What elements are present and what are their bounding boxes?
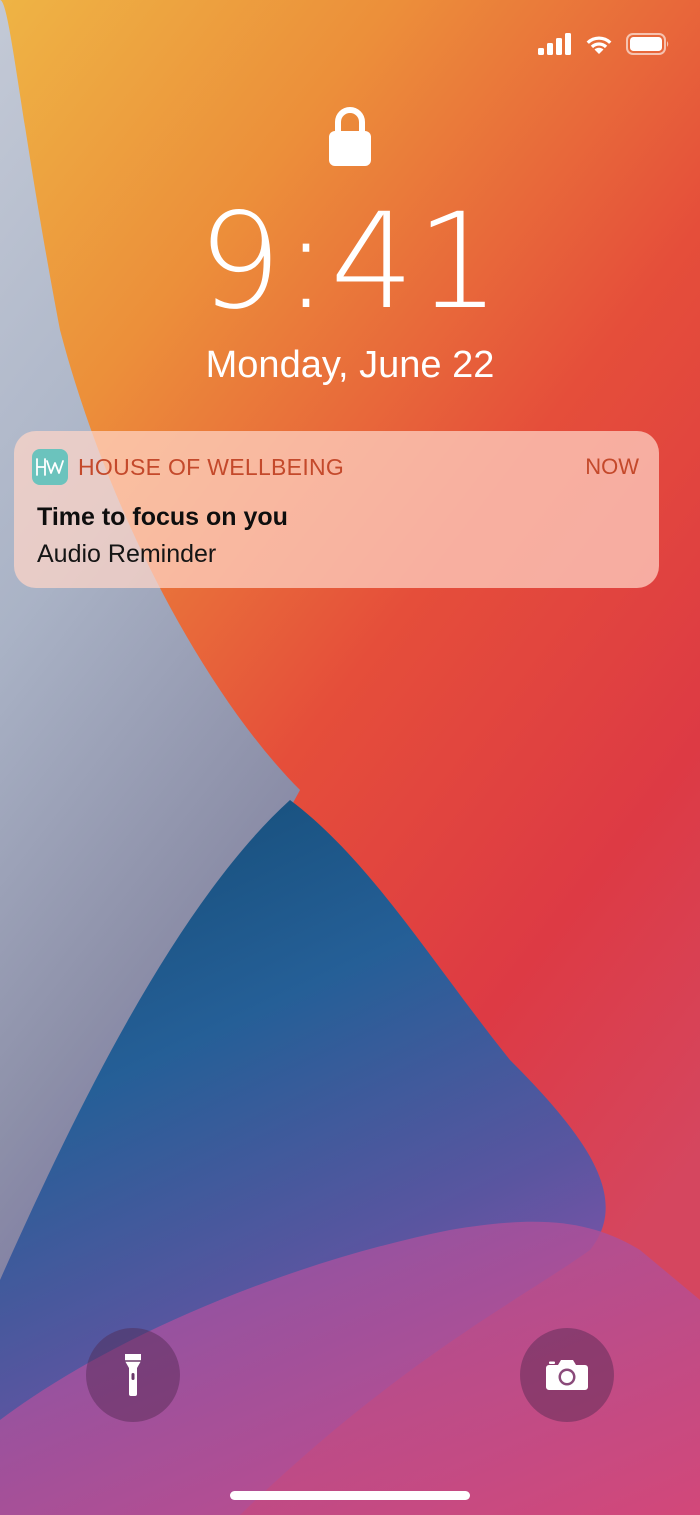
status-bar (538, 28, 670, 60)
camera-icon (546, 1360, 588, 1390)
notification-body: Audio Reminder (37, 540, 217, 568)
notification-time: NOW (585, 454, 639, 479)
lock-screen: 9:41 Monday, June 22 HOUSE OF WELLBEING … (0, 0, 700, 1515)
flashlight-icon (125, 1354, 141, 1396)
notification-card[interactable]: HOUSE OF WELLBEING NOW Time to focus on … (14, 431, 659, 588)
home-indicator[interactable] (230, 1491, 470, 1500)
battery-icon (626, 33, 669, 55)
clock-date: Monday, June 22 (205, 344, 495, 386)
lock-icon (329, 107, 371, 166)
wifi-icon (586, 36, 612, 54)
camera-button[interactable] (520, 1328, 614, 1422)
house-of-wellbeing-app-icon (32, 449, 68, 485)
notification-title: Time to focus on you (37, 503, 288, 531)
cellular-signal-icon (538, 33, 571, 55)
flashlight-button[interactable] (86, 1328, 180, 1422)
clock-time: 9:41 (197, 185, 503, 339)
notification-app-name: HOUSE OF WELLBEING (78, 453, 345, 480)
notification-header: HOUSE OF WELLBEING NOW (32, 449, 639, 485)
